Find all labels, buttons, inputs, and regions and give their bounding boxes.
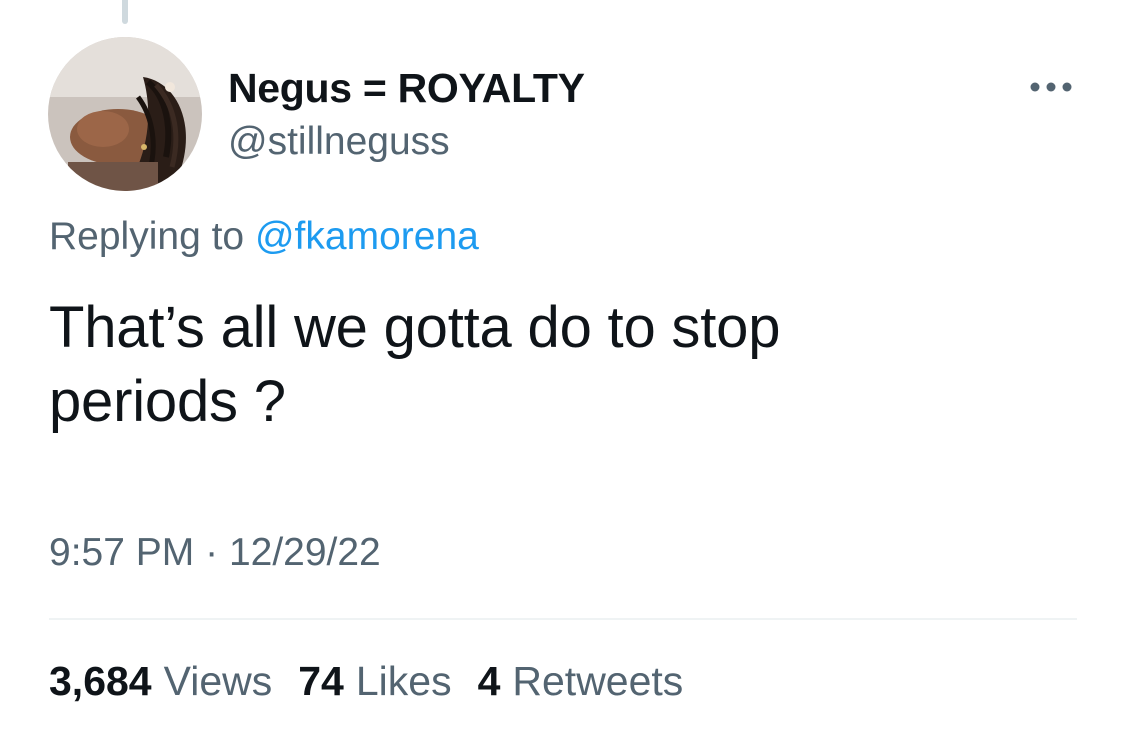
views-stat[interactable]: 3,684 Views (49, 655, 272, 707)
likes-stat[interactable]: 74 Likes (298, 655, 451, 707)
reply-mention-link[interactable]: @fkamorena (255, 215, 479, 258)
tweet-text: That’s all we gotta do to stop periods ? (49, 295, 781, 434)
replying-to-line: Replying to @fkamorena (49, 212, 479, 262)
divider (49, 618, 1077, 620)
tweet-time: 9:57 PM (49, 531, 195, 574)
more-options-button[interactable] (1024, 72, 1078, 102)
retweets-stat[interactable]: 4 Retweets (478, 655, 684, 707)
tweet-date: 12/29/22 (228, 531, 381, 574)
retweets-label: Retweets (512, 658, 684, 704)
likes-label: Likes (355, 658, 452, 704)
profile-photo-icon (48, 37, 202, 191)
tweet-timestamp[interactable]: 9:57 PM · 12/29/22 (49, 528, 381, 578)
thread-connector-line (122, 0, 128, 24)
more-options-icon (1030, 82, 1072, 92)
retweets-count: 4 (477, 658, 501, 704)
tweet-stats: 3,684 Views 74 Likes 4 Retweets (49, 655, 683, 707)
replying-to-label: Replying to (49, 215, 245, 258)
views-count: 3,684 (49, 658, 152, 704)
likes-count: 74 (298, 658, 344, 704)
author-handle[interactable]: @stillneguss (228, 117, 450, 167)
avatar[interactable] (48, 37, 202, 191)
author-display-name[interactable]: Negus = ROYALTY (228, 62, 585, 114)
views-label: Views (163, 658, 273, 704)
timestamp-separator: · (205, 531, 219, 574)
